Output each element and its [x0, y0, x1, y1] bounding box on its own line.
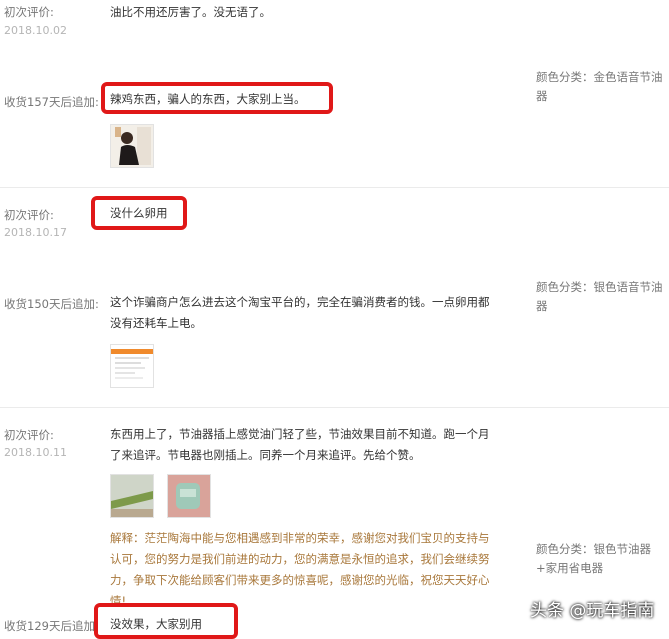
sku-info: 颜色分类：银色节油器+家用省电器	[536, 542, 651, 575]
device-photo-icon	[168, 475, 210, 517]
initial-review-label: 初次评价:	[4, 428, 54, 442]
initial-review-text: 油比不用还厉害了。没无语了。	[110, 5, 271, 19]
followup-review-label: 收货129天后追加:	[4, 619, 99, 633]
initial-review-date: 2018.10.02	[4, 24, 67, 37]
initial-review-text: 东西用上了，节油器插上感觉油门轻了些，节油效果目前不知道。跑一个月了来追评。节电…	[110, 427, 490, 462]
initial-review-label: 初次评价:	[4, 208, 54, 222]
review-divider	[0, 407, 669, 408]
review-photo-thumbnail[interactable]	[110, 344, 154, 388]
initial-review-date: 2018.10.17	[4, 226, 67, 239]
seller-reply-text: 解释：茫茫陶海中能与您相遇感到非常的荣幸，感谢您对我们宝贝的支持与认可，您的努力…	[110, 531, 490, 608]
followup-review-text: 没效果，大家别用	[110, 617, 202, 631]
initial-review-label: 初次评价:	[4, 5, 54, 19]
person-photo-icon	[111, 125, 153, 167]
followup-review-text: 这个诈骗商户怎么进去这个淘宝平台的，完全在骗消费者的钱。一点卵用都没有还耗车上电…	[110, 295, 490, 330]
watermark-text: 头条 @玩车指南	[530, 601, 655, 621]
review-photo-thumbnail[interactable]	[110, 124, 154, 168]
review-photo-thumbnail[interactable]	[110, 474, 154, 518]
device-photo-icon	[111, 475, 153, 517]
review-divider	[0, 187, 669, 188]
followup-review-label: 收货150天后追加:	[4, 297, 99, 311]
watermark: 头条 @玩车指南	[530, 596, 669, 622]
sku-info: 颜色分类：金色语音节油器	[536, 70, 663, 103]
screenshot-photo-icon	[111, 345, 153, 387]
sku-info: 颜色分类：银色语音节油器	[536, 280, 663, 313]
review-photo-thumbnail[interactable]	[167, 474, 211, 518]
initial-review-text: 没什么卵用	[110, 206, 168, 220]
followup-review-text: 辣鸡东西，骗人的东西，大家别上当。	[110, 92, 306, 106]
followup-review-label: 收货157天后追加:	[4, 95, 99, 109]
initial-review-date: 2018.10.11	[4, 446, 67, 459]
